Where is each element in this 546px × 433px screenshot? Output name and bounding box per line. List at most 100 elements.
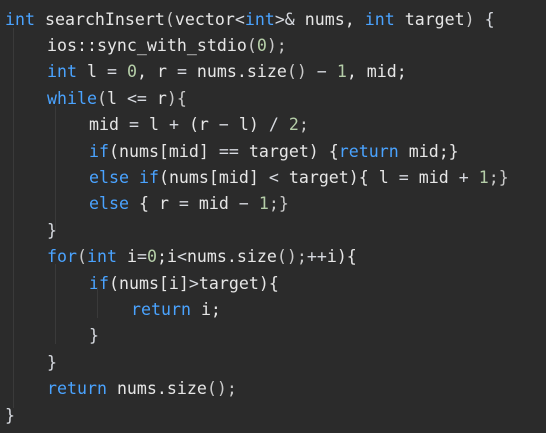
code-line[interactable]: } (0, 349, 546, 375)
code-token: = (136, 247, 147, 267)
code-token: target){ (198, 273, 279, 293)
code-token: if (138, 168, 159, 188)
code-line[interactable]: else if (nums[mid] < target){ l = mid + 1… (0, 164, 546, 190)
code-token: size (246, 62, 287, 82)
code-token: size (236, 247, 277, 267)
code-token: nums, (294, 9, 365, 29)
code-token: return (47, 379, 107, 399)
code-line[interactable]: return nums. size (); (0, 375, 546, 401)
code-token: target){ l (278, 168, 399, 188)
code-token: int (47, 62, 77, 82)
code-token: l) (228, 115, 269, 135)
code-token: } (5, 405, 15, 425)
code-token: ( (164, 9, 175, 29)
code-token: nums. (186, 62, 247, 82)
code-token: = (128, 115, 139, 135)
code-token: ;} (268, 194, 289, 214)
code-token: else (89, 168, 129, 188)
code-token: <= (126, 88, 147, 108)
code-token: i; (190, 299, 221, 319)
code-token: l (106, 88, 127, 108)
code-token: vector (174, 9, 235, 29)
code-token: return (131, 299, 191, 319)
code-line[interactable]: if (nums[i] > target){ (0, 270, 546, 296)
code-token: else (89, 194, 129, 214)
code-token: 1 (336, 62, 347, 82)
code-token: if (89, 141, 109, 161)
code-line[interactable]: int searchInsert(vector < int >& nums, int … (0, 6, 546, 32)
code-token: int (364, 9, 395, 29)
code-token: < (234, 9, 245, 29)
code-token: ); (266, 36, 287, 56)
code-token: target (394, 9, 465, 29)
code-token: target) { (238, 141, 339, 161)
code-token: i){ (326, 247, 357, 267)
code-line[interactable]: } (0, 217, 546, 243)
code-token: + (458, 168, 469, 188)
code-token: ;} (488, 168, 509, 188)
code-token: (); (276, 247, 307, 267)
code-token: mid;} (398, 141, 459, 161)
code-token: >& (274, 9, 295, 29)
code-token: ( (246, 36, 257, 56)
code-token: { r (128, 194, 179, 214)
code-token: mid (188, 194, 239, 214)
code-line[interactable]: else { r = mid − 1;} (0, 191, 546, 217)
code-token: , r (136, 62, 177, 82)
code-token: / (268, 115, 279, 135)
code-token: ( (96, 88, 107, 108)
code-token: − (218, 115, 229, 135)
code-token: { (474, 9, 495, 29)
indent-guide (55, 106, 56, 230)
code-line[interactable]: } (0, 323, 546, 349)
code-token: ; (298, 115, 309, 135)
code-token: == (218, 141, 239, 161)
code-token: + (168, 115, 179, 135)
code-token: − (238, 194, 249, 214)
indent-guide (97, 288, 98, 318)
code-token: < (268, 168, 279, 188)
code-token: 0 (256, 36, 267, 56)
code-token: nums. (106, 379, 167, 399)
code-token: } (47, 352, 57, 372)
code-token: (r (178, 115, 219, 135)
code-token: > (188, 273, 199, 293)
code-token: 1 (258, 194, 269, 214)
code-token: ++ (306, 247, 327, 267)
code-token: size (166, 379, 207, 399)
code-token: = (106, 62, 117, 82)
code-token: (nums[mid] (108, 141, 219, 161)
code-token: (nums[mid] (158, 168, 269, 188)
code-token: = (176, 62, 187, 82)
code-token: l (138, 115, 169, 135)
code-line[interactable]: if (nums[mid] == target) {return mid;} (0, 138, 546, 164)
code-line[interactable]: int l = 0, r = nums. size() − 1, mid; (0, 59, 546, 85)
code-line[interactable]: while(l <= r){ (0, 85, 546, 111)
code-token: if (89, 273, 109, 293)
code-token: 0 (126, 62, 137, 82)
code-token: searchInsert (44, 9, 165, 29)
code-editor[interactable]: int searchInsert(vector < int >& nums, int … (0, 0, 546, 433)
code-line[interactable]: for(int i = 0 ;i < nums. size (); ++ i){ (0, 244, 546, 270)
code-token: int (244, 9, 275, 29)
code-line[interactable]: mid = l + (r − l) / 2; (0, 112, 546, 138)
code-token: mid (408, 168, 459, 188)
code-token: while (47, 88, 97, 108)
code-token: 1 (478, 168, 489, 188)
code-line[interactable]: return i; (0, 296, 546, 322)
code-line[interactable]: } (0, 402, 546, 428)
code-token: ){ (166, 88, 187, 108)
code-token: ) (464, 9, 475, 29)
code-token: return (338, 141, 399, 161)
code-line[interactable]: ios::sync_with_stdio(0); (0, 32, 546, 58)
code-token: () (286, 62, 307, 82)
code-token: − (306, 62, 337, 82)
code-token: mid (89, 115, 129, 135)
code-token: int (86, 247, 117, 267)
code-lines: int searchInsert(vector < int >& nums, int … (0, 6, 546, 428)
code-token: < (176, 247, 187, 267)
